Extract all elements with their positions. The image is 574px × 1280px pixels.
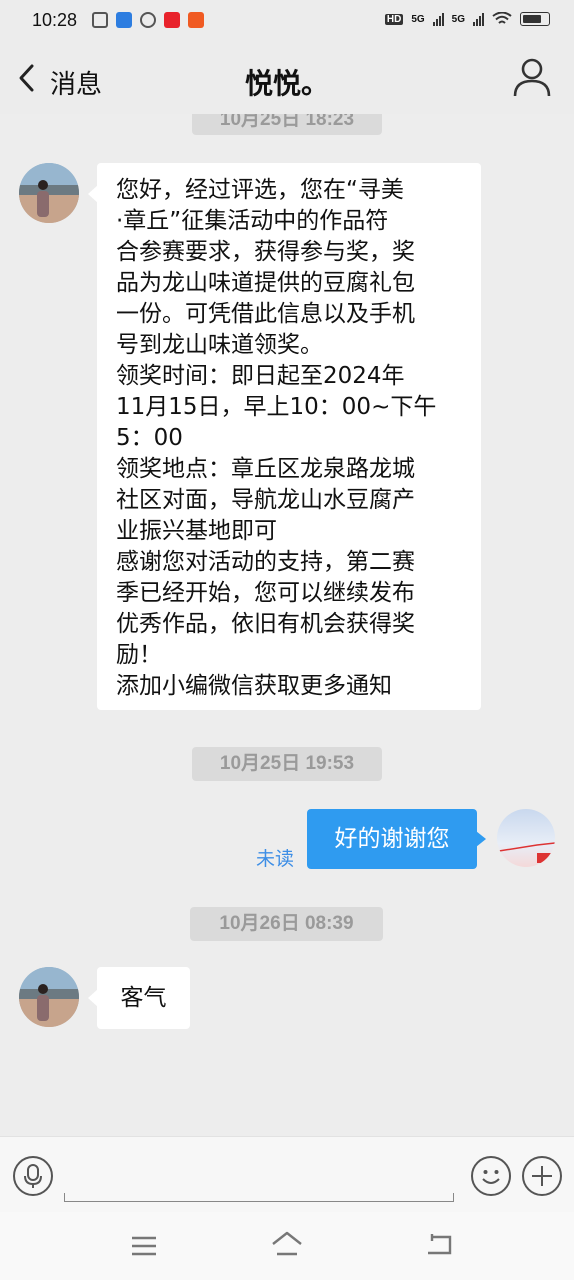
wifi-icon xyxy=(492,12,512,24)
unread-status: 未读 xyxy=(256,848,295,870)
home-icon[interactable] xyxy=(270,1230,304,1258)
notification-icons xyxy=(92,12,204,28)
message-input[interactable] xyxy=(64,1193,454,1202)
hd-label: HD xyxy=(384,13,404,25)
signal-icon-2 xyxy=(473,12,484,26)
microphone-icon[interactable] xyxy=(13,1156,53,1196)
timestamp: 10月26日 08:39 xyxy=(190,907,383,941)
input-bar xyxy=(0,1136,574,1213)
message-line: 一份。可凭借此信息以及手机 xyxy=(116,301,415,327)
message-bubble-incoming[interactable]: 客气 xyxy=(88,967,190,1029)
message-line: 5：00 xyxy=(116,425,183,451)
notification-icon-3 xyxy=(140,12,156,28)
message-line: 合参赛要求，获得参与奖，奖 xyxy=(116,239,415,265)
chat-header: 消息 悦悦。 xyxy=(0,44,574,114)
message-text: 您好，经过评选，您在“寻美 ·章丘”征集活动中的作品符 合参赛要求，获得参与奖，奖品… xyxy=(116,175,476,702)
status-bar: 10:28 HD 5G 5G xyxy=(0,0,574,44)
message-line: 添加小编微信获取更多通知 xyxy=(116,673,392,699)
message-line: 季已经开始，您可以继续发布 xyxy=(116,580,415,606)
message-line: 品为龙山味道提供的豆腐礼包 xyxy=(116,270,415,296)
menu-icon[interactable] xyxy=(129,1234,159,1258)
message-bubble-outgoing[interactable]: 好的谢谢您 xyxy=(307,809,486,869)
message-line: 社区对面，导航龙山水豆腐产 xyxy=(116,487,415,513)
notification-icon-5 xyxy=(188,12,204,28)
person-icon[interactable] xyxy=(512,56,552,100)
contact-avatar[interactable] xyxy=(19,967,79,1027)
message-line: 号到龙山味道领奖。 xyxy=(116,332,323,358)
message-line: 优秀作品，依旧有机会获得奖 xyxy=(116,611,415,637)
notification-icon-4 xyxy=(164,12,180,28)
battery-icon xyxy=(520,12,550,26)
return-icon[interactable] xyxy=(424,1232,454,1258)
message-line: ·章丘”征集活动中的作品符 xyxy=(116,208,389,234)
status-right: HD 5G 5G xyxy=(384,12,550,26)
message-line: 业振兴基地即可 xyxy=(116,518,277,544)
message-bubble-incoming[interactable]: 您好，经过评选，您在“寻美 ·章丘”征集活动中的作品符 合参赛要求，获得参与奖，奖品… xyxy=(88,163,481,710)
timestamp: 10月25日 18:23 xyxy=(192,114,382,135)
chat-area[interactable]: 10月25日 18:23 您好，经过评选，您在“寻美 ·章丘”征集活动中的作品符合… xyxy=(0,114,574,1136)
message-line: 领奖地点：章丘区龙泉路龙城 xyxy=(116,456,415,482)
status-time: 10:28 xyxy=(32,10,78,30)
chat-title: 悦悦。 xyxy=(244,67,329,100)
message-line: 11月15日，早上10：00~下午 xyxy=(116,394,437,420)
message-line: 领奖时间：即日起至2024年 xyxy=(116,363,405,389)
notification-icon-1 xyxy=(92,12,108,28)
notification-icon-2 xyxy=(116,12,132,28)
message-line: 感谢您对活动的支持，第二赛 xyxy=(116,549,415,575)
timestamp: 10月25日 19:53 xyxy=(192,747,382,781)
contact-avatar[interactable] xyxy=(19,163,79,223)
plus-icon[interactable] xyxy=(522,1156,562,1196)
system-nav-bar xyxy=(0,1212,574,1280)
smiley-icon[interactable] xyxy=(471,1156,511,1196)
my-avatar[interactable] xyxy=(497,809,555,867)
message-line: 励！ xyxy=(116,642,162,668)
net2-label: 5G xyxy=(451,13,465,25)
message-text: 客气 xyxy=(120,985,167,1011)
net1-label: 5G xyxy=(411,13,425,25)
signal-icon-1 xyxy=(432,12,444,26)
message-line: 您好，经过评选，您在“寻美 xyxy=(116,177,404,203)
